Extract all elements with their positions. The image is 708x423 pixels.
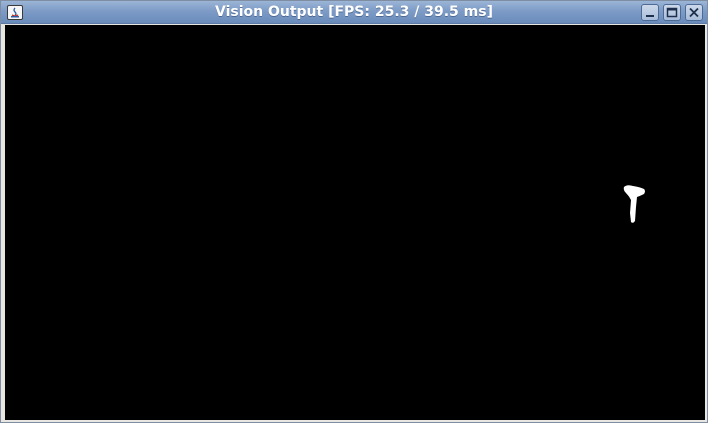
minimize-icon: [646, 15, 654, 17]
minimize-button[interactable]: [641, 4, 659, 21]
maximize-button[interactable]: [663, 4, 681, 21]
vision-output-canvas: [5, 25, 705, 420]
close-icon: [689, 7, 699, 18]
window-title: Vision Output [FPS: 25.3 / 39.5 ms]: [214, 4, 493, 20]
close-button[interactable]: [685, 4, 703, 21]
maximize-icon: [666, 7, 678, 18]
detected-target-blob: [623, 185, 645, 223]
title-bar[interactable]: Vision Output [FPS: 25.3 / 39.5 ms]: [1, 1, 707, 24]
vision-output-window: Vision Output [FPS: 25.3 / 39.5 ms]: [0, 0, 708, 423]
